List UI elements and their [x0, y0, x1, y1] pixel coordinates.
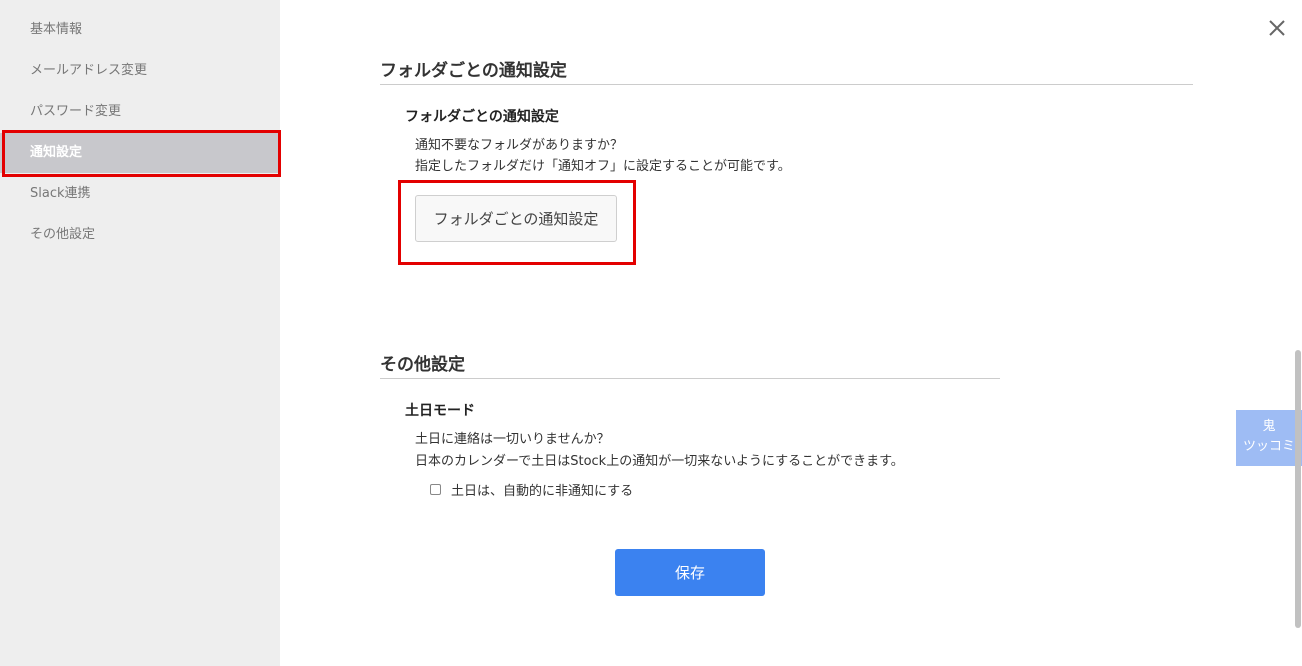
close-icon [1269, 20, 1285, 36]
highlight-box-sidebar [2, 130, 281, 177]
oni-tsukkomi-widget[interactable]: 鬼 ツッコミ [1236, 410, 1302, 466]
settings-sidebar: 基本情報 メールアドレス変更 パスワード変更 通知設定 Slack連携 その他設… [0, 0, 280, 666]
folder-section-title: フォルダごとの通知設定 [380, 61, 567, 81]
weekend-mode-subtitle: 土日モード [405, 403, 475, 419]
sidebar-item-email-change[interactable]: メールアドレス変更 [0, 51, 280, 91]
weekend-mute-checkbox[interactable] [430, 484, 441, 495]
divider [380, 378, 1000, 379]
other-section-title: その他設定 [380, 355, 465, 375]
folder-desc-1: 通知不要なフォルダがありますか？ [415, 138, 624, 153]
oni-widget-line1: 鬼 [1262, 419, 1276, 434]
highlight-box-folder-button [398, 180, 636, 265]
weekend-desc-1: 土日に連絡は一切いりませんか？ [415, 432, 610, 447]
folder-desc-2: 指定したフォルダだけ「通知オフ」に設定することが可能です。 [415, 159, 791, 174]
sidebar-item-password-change[interactable]: パスワード変更 [0, 92, 280, 132]
scrollbar-thumb[interactable] [1295, 350, 1301, 628]
weekend-mute-label[interactable]: 土日は、自動的に非通知にする [451, 480, 633, 499]
oni-widget-line2: ツッコミ [1242, 439, 1295, 454]
folder-subtitle: フォルダごとの通知設定 [405, 109, 559, 125]
sidebar-item-other-settings[interactable]: その他設定 [0, 215, 280, 255]
close-button[interactable] [1265, 16, 1289, 40]
weekend-desc-2: 日本のカレンダーで土日はStock上の通知が一切来ないようにすることができます。 [415, 454, 904, 469]
divider [380, 84, 1193, 85]
save-button[interactable]: 保存 [615, 549, 765, 596]
sidebar-item-basic-info[interactable]: 基本情報 [0, 10, 280, 50]
sidebar-item-slack[interactable]: Slack連携 [0, 174, 280, 214]
